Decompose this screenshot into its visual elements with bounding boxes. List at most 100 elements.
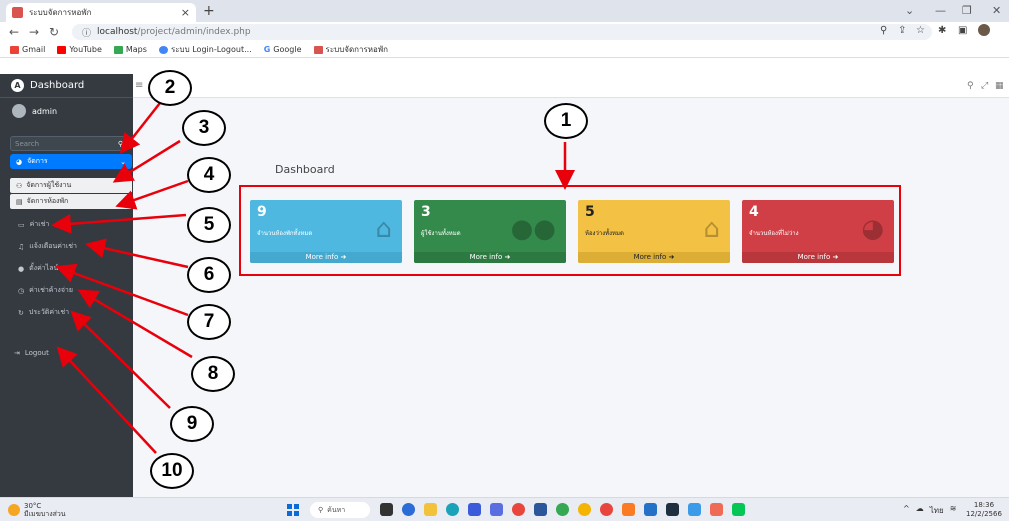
xampp-icon[interactable] <box>622 503 635 516</box>
sidebar-subitem-rooms[interactable]: ▤ จัดการห้องพัก <box>10 194 132 209</box>
sidebar-item-rent-notify[interactable]: ♫ แจ้งเตือนค่าเช่า <box>18 241 77 252</box>
money-bill-icon: ▭ <box>18 220 25 229</box>
tab-list-chevron-icon[interactable]: ⌄ <box>905 4 914 17</box>
bookmark-login[interactable]: ระบบ Login-Logout... <box>158 43 252 56</box>
bookmark-google[interactable]: G Google <box>264 45 302 54</box>
weather-widget[interactable]: 30°C มีเมฆบางส่วน <box>8 502 66 518</box>
start-button[interactable] <box>287 504 299 516</box>
figma-icon[interactable] <box>710 503 723 516</box>
callout-9: 9 <box>170 406 214 442</box>
browser-tab[interactable]: ระบบจัดการหอพัก × <box>6 3 196 22</box>
sidebar-search-input[interactable]: Search ⚲ <box>10 136 128 151</box>
logout-link[interactable]: ⇥ Logout <box>14 349 49 357</box>
brand-link[interactable]: A Dashboard <box>0 74 133 98</box>
sidebar-item-manage[interactable]: ◕ จัดการ ⌄ <box>10 154 132 169</box>
clock-time: 18:36 <box>973 501 995 509</box>
brand-text: Dashboard <box>30 80 85 91</box>
chevron-up-icon[interactable]: ^ <box>903 504 910 517</box>
url-field[interactable]: ⓘ localhost/project/admin/index.php <box>72 24 932 40</box>
annotation-frame <box>239 185 901 276</box>
photos-icon[interactable] <box>490 503 503 516</box>
url-path: /project/admin/index.php <box>137 27 251 37</box>
sidepanel-icon[interactable]: ▣ <box>958 25 967 36</box>
bookmark-dorm[interactable]: ระบบจัดการหอพัก <box>313 43 388 56</box>
word-icon[interactable] <box>534 503 547 516</box>
store-icon[interactable] <box>468 503 481 516</box>
google-icon: G <box>263 45 271 54</box>
vscode-icon[interactable] <box>644 503 657 516</box>
wifi-icon[interactable]: ≋ <box>950 504 957 517</box>
task-view-icon[interactable] <box>380 503 393 516</box>
navbar-search-icon[interactable]: ⚲ <box>967 81 974 91</box>
taskbar-search[interactable]: ⚲ ค้นหา <box>310 502 370 518</box>
sidebar-item-rent-history[interactable]: ↻ ประวัติค่าเช่า <box>18 307 69 318</box>
user-cog-icon: ⚇ <box>16 181 23 190</box>
bookmark-gmail[interactable]: Gmail <box>10 45 45 54</box>
back-icon[interactable]: ← <box>8 25 20 39</box>
share-icon[interactable]: ⇪ <box>898 25 906 36</box>
close-window-icon[interactable]: ✕ <box>992 4 1001 17</box>
logout-icon: ⇥ <box>14 349 20 357</box>
sun-cloud-icon <box>8 504 20 516</box>
sidebar-item-label: ประวัติค่าเช่า <box>28 308 70 316</box>
fullscreen-icon[interactable]: ⤢ <box>981 81 988 91</box>
clock-date: 12/2/2566 <box>966 510 1002 518</box>
bookmark-maps[interactable]: Maps <box>113 45 147 54</box>
bookmark-youtube[interactable]: YouTube <box>57 45 102 54</box>
file-explorer-icon[interactable] <box>424 503 437 516</box>
chevron-down-icon: ⌄ <box>120 157 126 166</box>
tab-close-icon[interactable]: × <box>181 6 190 19</box>
profile-avatar[interactable] <box>978 24 990 36</box>
top-navbar: ≡ ⚲ ⤢ ▦ <box>133 74 1009 98</box>
maps-icon <box>113 45 123 54</box>
extensions-icon[interactable]: ✱ <box>938 25 946 36</box>
bookmark-star-icon[interactable]: ☆ <box>916 25 925 36</box>
language-indicator[interactable]: ไทย <box>930 504 944 517</box>
youtube-icon <box>57 45 67 54</box>
avatar <box>12 104 26 118</box>
chrome-alt-icon[interactable] <box>600 503 613 516</box>
line-icon[interactable] <box>732 503 745 516</box>
new-tab-button[interactable]: + <box>203 3 215 19</box>
callout-5: 5 <box>187 207 231 243</box>
reload-icon[interactable]: ↻ <box>48 25 60 39</box>
search-icon[interactable]: ⚲ <box>118 140 123 148</box>
chrome-icon[interactable] <box>512 503 525 516</box>
taskbar-search-label: ค้นหา <box>327 505 346 514</box>
system-tray[interactable]: ^ ☁ ไทย ≋ <box>903 504 956 517</box>
sidebar-subitem-users[interactable]: ⚇ จัดการผู้ใช้งาน <box>10 178 132 193</box>
grid-icon[interactable]: ▦ <box>995 81 1004 91</box>
weather-temp: 30°C <box>24 502 42 510</box>
callout-1: 1 <box>544 103 588 139</box>
sidebar-item-label: จัดการผู้ใช้งาน <box>26 181 72 189</box>
weather-text: มีเมฆบางส่วน <box>24 510 66 518</box>
chrome-profile-icon[interactable] <box>556 503 569 516</box>
mail-icon[interactable] <box>688 503 701 516</box>
callout-6: 6 <box>187 257 231 293</box>
windows-taskbar: 30°C มีเมฆบางส่วน ⚲ ค้นหา ^ ☁ ไทย ≋ 18:36… <box>0 497 1009 521</box>
sidebar-item-rent[interactable]: ▭ ค่าเช่า <box>18 219 49 230</box>
hamburger-icon[interactable]: ≡ <box>135 80 143 91</box>
user-panel[interactable]: admin <box>12 104 57 118</box>
callout-2: 2 <box>148 70 192 106</box>
url-host: localhost <box>97 27 138 37</box>
settings-icon[interactable] <box>578 503 591 516</box>
user-name: admin <box>32 106 58 116</box>
sidebar-item-line-settings[interactable]: ● ตั้งค่าไลน์ <box>18 263 58 274</box>
zoom-icon[interactable]: ⚲ <box>880 25 887 36</box>
content-wrapper: Dashboard 9 จำนวนห้องพักทั้งหมด ⌂ More i… <box>133 98 1009 497</box>
forward-icon[interactable]: → <box>28 25 40 39</box>
site-info-icon[interactable]: ⓘ <box>82 26 91 39</box>
terminal-icon[interactable] <box>666 503 679 516</box>
search-placeholder: Search <box>15 139 40 148</box>
edge-icon[interactable] <box>446 503 459 516</box>
chat-icon[interactable] <box>402 503 415 516</box>
browser-tab-bar: ระบบจัดการหอพัก × + ⌄ — ❐ ✕ <box>0 0 1009 22</box>
sidebar-item-overdue-rent[interactable]: ◷ ค่าเช่าค้างจ่าย <box>18 285 73 296</box>
sidebar-item-label: จัดการห้องพัก <box>26 197 69 205</box>
restore-icon[interactable]: ❐ <box>962 4 972 17</box>
sidebar-item-label: ค่าเช่าค้างจ่าย <box>29 286 73 294</box>
taskbar-clock[interactable]: 18:36 12/2/2566 <box>966 501 1002 519</box>
brand-logo-icon: A <box>11 79 24 92</box>
minimize-icon[interactable]: — <box>935 4 946 17</box>
